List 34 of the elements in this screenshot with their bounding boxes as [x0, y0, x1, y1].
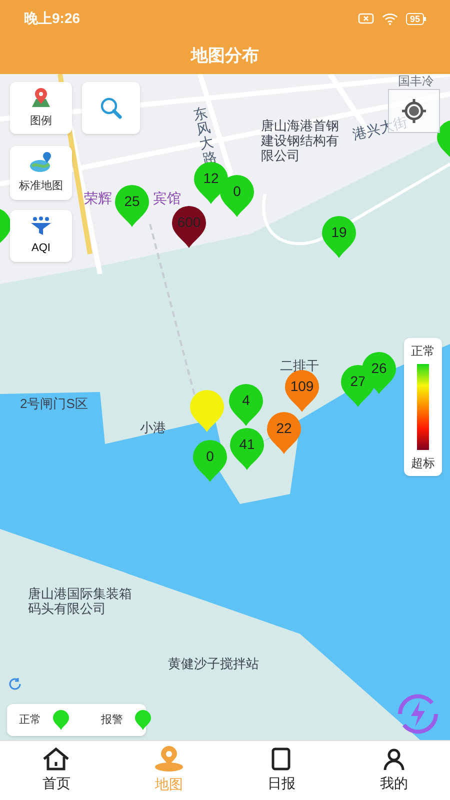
pin-value: 41 — [238, 435, 256, 453]
status-time: 晚上9:26 — [24, 9, 80, 28]
nav-tab[interactable]: 日报 — [225, 741, 338, 800]
scale-label: 正常 — [411, 343, 435, 360]
legend-label: 报警 — [101, 712, 123, 728]
pin-value: 600 — [176, 213, 202, 231]
nav-tab[interactable]: 首页 — [0, 741, 112, 800]
map-label: 宾馆 — [153, 189, 181, 208]
page-title: 地图分布 — [191, 44, 259, 67]
pin-value: 0 — [205, 447, 215, 465]
pin-value: 109 — [289, 377, 315, 395]
map-tool-button[interactable]: AQI — [10, 210, 72, 262]
map-tool-button[interactable]: 图例 — [10, 82, 72, 134]
pin-value: 25 — [123, 192, 141, 210]
map-tool-button[interactable]: 标准地图 — [10, 146, 72, 200]
map-label: 二排干 — [280, 358, 319, 373]
map-label: 2号闸门S区 — [20, 396, 88, 411]
legend-label: 正常 — [19, 712, 41, 728]
map-label: 国丰冷 — [398, 74, 434, 88]
scale-label: 超标 — [411, 455, 435, 472]
pin-value: 22 — [275, 419, 293, 437]
map-label: 唐山海港首钢建设钢结构有限公司 — [261, 118, 340, 163]
map-label: 小港 — [140, 420, 166, 435]
map-label: 荣辉 — [84, 189, 112, 208]
battery-icon: 95 — [406, 12, 426, 24]
pin-value: 4 — [241, 391, 251, 409]
pin-value: 19 — [330, 223, 348, 241]
map-label: 黄健沙子搅拌站 — [168, 656, 259, 671]
map-label: 唐山港国际集装箱码头有限公司 — [28, 586, 133, 616]
pin-value: 27 — [349, 372, 367, 390]
pin-value: 26 — [370, 359, 388, 377]
nav-tab[interactable]: 我的 — [338, 741, 450, 800]
pin-value: 12 — [202, 169, 220, 187]
pin-value: 0 — [232, 182, 242, 200]
